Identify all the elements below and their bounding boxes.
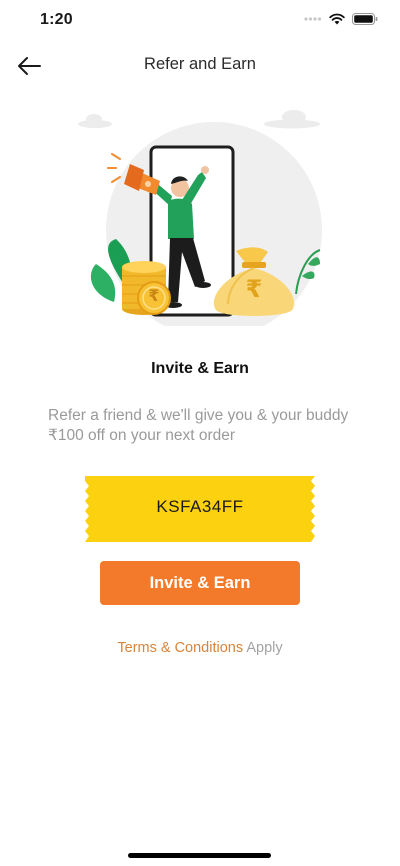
status-icons (304, 13, 378, 25)
status-time: 1:20 (40, 11, 73, 28)
coin-currency-symbol: ₹ (148, 288, 160, 305)
status-bar: 1:20 (0, 0, 400, 44)
invite-earn-button[interactable]: Invite & Earn (100, 561, 300, 605)
home-indicator (128, 853, 271, 858)
coupon-code: KSFA34FF (156, 497, 244, 516)
wifi-icon (329, 13, 345, 25)
battery-icon (352, 13, 378, 25)
cloud-icon (264, 110, 320, 129)
cloud-icon (78, 114, 112, 128)
coupon-code-box[interactable]: KSFA34FF (85, 476, 315, 542)
nav-bar: Refer and Earn (0, 44, 400, 88)
terms-suffix: Apply (246, 640, 283, 656)
referral-description: Refer a friend & we'll give you & your b… (48, 407, 349, 444)
section-heading: Invite & Earn (151, 360, 249, 377)
bag-currency-symbol: ₹ (245, 276, 263, 303)
page-title: Refer and Earn (144, 55, 256, 73)
refer-illustration: ₹ ₹ (72, 104, 328, 338)
terms-line: Terms & Conditions Apply (0, 640, 400, 656)
terms-conditions-link[interactable]: Terms & Conditions (117, 640, 243, 656)
signal-icon (304, 17, 322, 21)
